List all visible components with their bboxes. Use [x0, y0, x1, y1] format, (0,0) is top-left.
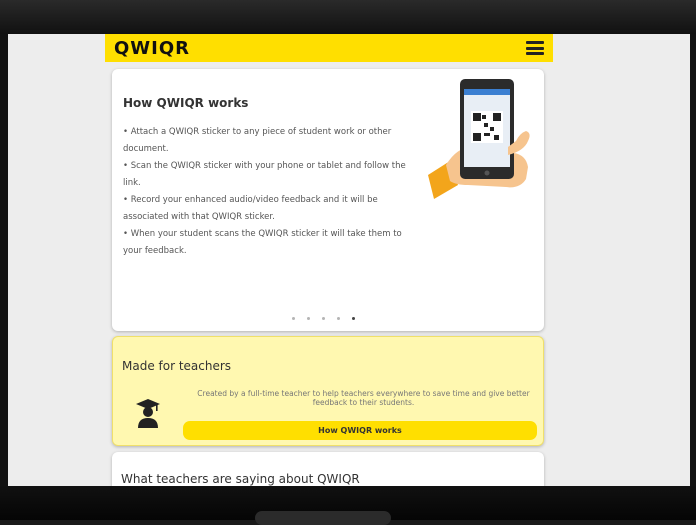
qwiqr-logo[interactable]: QWIQR — [114, 38, 190, 59]
hand-holding-phone-qr-icon — [428, 79, 530, 199]
step-item: Scan the QWIQR sticker with your phone o… — [123, 158, 413, 192]
app-header: QWIQR — [105, 34, 553, 62]
tablet-stand — [255, 511, 391, 525]
made-for-teachers-description: Created by a full-time teacher to help t… — [197, 389, 530, 407]
carousel-dot[interactable] — [322, 317, 325, 320]
menu-bar — [526, 46, 544, 50]
made-for-teachers-title: Made for teachers — [122, 359, 232, 373]
carousel-indicators — [292, 317, 355, 320]
step-item: Record your enhanced audio/video feedbac… — [123, 192, 413, 226]
menu-bar — [526, 41, 544, 44]
carousel-dot[interactable] — [307, 317, 310, 320]
made-for-teachers-card: Made for teachers Created by a full-time… — [112, 336, 544, 446]
how-it-works-steps: Attach a QWIQR sticker to any piece of s… — [123, 124, 413, 260]
carousel-dot-active[interactable] — [352, 317, 355, 320]
testimonials-card: What teachers are saying about QWIQR — [112, 452, 544, 486]
carousel-dot[interactable] — [292, 317, 295, 320]
step-item: When your student scans the QWIQR sticke… — [123, 226, 413, 260]
hamburger-menu-icon[interactable] — [526, 41, 544, 55]
step-item: Attach a QWIQR sticker to any piece of s… — [123, 124, 413, 158]
carousel-dot[interactable] — [337, 317, 340, 320]
tablet-screen: QWIQR How QWIQR works Attach a QWIQR sti… — [8, 34, 690, 486]
how-it-works-title: How QWIQR works — [123, 96, 249, 110]
menu-bar — [526, 52, 544, 55]
how-it-works-button[interactable]: How QWIQR works — [183, 421, 537, 440]
testimonials-title: What teachers are saying about QWIQR — [121, 472, 360, 486]
how-it-works-card: How QWIQR works Attach a QWIQR sticker t… — [112, 69, 544, 331]
tablet-frame: QWIQR How QWIQR works Attach a QWIQR sti… — [0, 0, 696, 525]
tablet-top-bezel — [0, 0, 696, 34]
graduate-teacher-icon — [136, 399, 160, 428]
